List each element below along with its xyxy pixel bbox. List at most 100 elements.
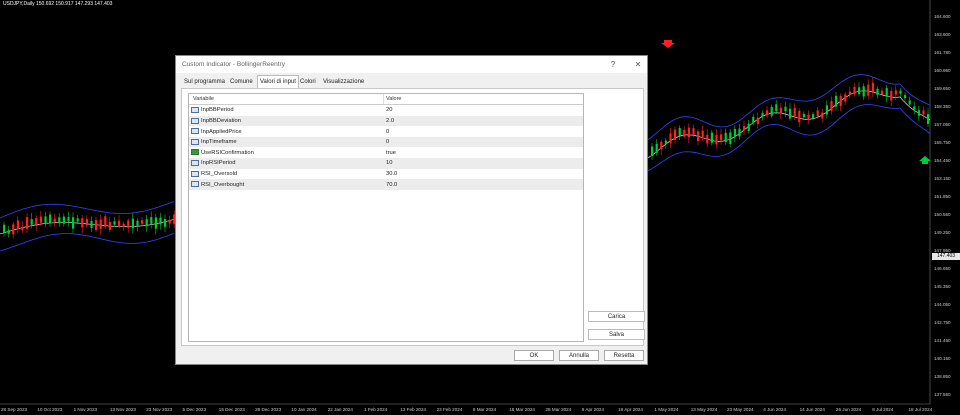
candle [752, 116, 755, 123]
candle [687, 127, 690, 138]
param-value[interactable]: 0 [386, 129, 389, 135]
price-label: 150.550 [934, 212, 951, 217]
cancel-button[interactable]: Annulla [559, 350, 599, 361]
candle [922, 110, 925, 115]
param-value[interactable]: 0 [386, 139, 389, 145]
candle [775, 104, 778, 112]
price-label: 153.150 [934, 176, 951, 181]
table-row[interactable]: InpTimeframe 0 [189, 136, 583, 148]
candle [692, 128, 695, 135]
dialog-title: Custom Indicator - BollingerReentry [182, 61, 285, 68]
candle [756, 117, 759, 124]
candle [766, 110, 769, 116]
price-label: 146.650 [934, 266, 951, 271]
param-value[interactable]: 10 [386, 160, 392, 166]
candle [113, 221, 116, 225]
candle [867, 84, 870, 96]
load-button[interactable]: Carica [588, 311, 645, 322]
ok-button[interactable]: OK [514, 350, 554, 361]
candle [770, 106, 773, 116]
price-label: 149.250 [934, 230, 951, 235]
candle [724, 132, 727, 143]
candle [697, 131, 700, 141]
date-label: 28 Dec 2023 [255, 407, 281, 412]
param-value[interactable]: 70.0 [386, 182, 397, 188]
param-value[interactable]: 30.0 [386, 171, 397, 177]
save-button[interactable]: Salva [588, 329, 645, 340]
candle [669, 133, 672, 144]
candle [168, 219, 171, 224]
date-label: 8 Jul 2024 [872, 407, 894, 412]
date-label: 13 May 2024 [691, 407, 718, 412]
candle [779, 107, 782, 114]
date-label: 1 May 2024 [654, 407, 678, 412]
candle [81, 218, 84, 228]
candle [95, 219, 98, 231]
tab-visualization[interactable]: Visualizzazione [323, 76, 364, 88]
candle [150, 217, 153, 224]
candle [683, 129, 686, 137]
price-label: 163.600 [934, 32, 951, 37]
table-row[interactable]: InpRSIPeriod 10 [189, 158, 583, 169]
candle [108, 221, 111, 230]
date-label: 10 Jan 2024 [291, 407, 317, 412]
candle [26, 217, 29, 229]
table-row[interactable]: InpAppliedPrice 0 [189, 126, 583, 137]
tab-colors[interactable]: Colori [300, 76, 316, 88]
reset-button[interactable]: Resetta [604, 350, 644, 361]
candle [30, 219, 33, 225]
price-label: 157.050 [934, 122, 951, 127]
candle [710, 132, 713, 143]
table-row[interactable]: RSI_Oversold 30.0 [189, 169, 583, 180]
middle-band [647, 90, 931, 159]
param-name: InpAppliedPrice [201, 128, 242, 135]
candle [789, 108, 792, 119]
tab-inputs[interactable]: Valori di input [257, 75, 299, 88]
integer-icon [191, 138, 199, 145]
price-label: 142.750 [934, 320, 951, 325]
candle [839, 96, 842, 107]
table-row[interactable]: RSI_Overbought 70.0 [189, 179, 583, 190]
candle [76, 218, 79, 222]
integer-icon [191, 160, 199, 166]
candle [62, 216, 65, 224]
param-name: InpRSIPeriod [201, 160, 236, 167]
candle [761, 113, 764, 117]
candle [899, 90, 902, 94]
candle [7, 230, 10, 234]
param-name: InpTimeframe [201, 139, 237, 146]
date-label: 5 Dec 2023 [183, 407, 207, 412]
candle [122, 223, 125, 227]
integer-icon [191, 128, 199, 135]
tab-about[interactable]: Sul programma [184, 76, 225, 88]
candle [49, 214, 52, 224]
table-row[interactable]: InpBBDeviation 2.0 [189, 115, 583, 127]
date-label: 13 Nov 2023 [110, 407, 136, 412]
dialog-titlebar[interactable]: Custom Indicator - BollingerReentry ? ✕ [176, 56, 647, 73]
table-row[interactable]: InpBBPeriod 20 [189, 105, 583, 116]
candle [90, 220, 93, 228]
param-value[interactable]: 20 [386, 107, 392, 113]
param-value[interactable]: 2.0 [386, 118, 394, 124]
table-row[interactable]: UseRSIConfirmation true [189, 147, 583, 158]
price-label: 160.950 [934, 68, 951, 73]
boolean-icon [191, 149, 199, 156]
tab-panel: Variabile Valore InpBBPeriod 20 InpBBDevia… [181, 88, 645, 346]
candle [876, 88, 879, 95]
tab-common[interactable]: Comune [230, 76, 253, 88]
param-value[interactable]: true [386, 150, 396, 156]
candle [733, 128, 736, 138]
candle [890, 90, 893, 101]
double-icon [191, 181, 199, 188]
date-label: 18 Jul 2024 [909, 407, 933, 412]
candle [894, 90, 897, 95]
help-button[interactable]: ? [606, 59, 620, 70]
close-button[interactable]: ✕ [631, 59, 645, 70]
candle [136, 220, 139, 227]
candle [913, 106, 916, 110]
candle [12, 224, 15, 235]
price-label: 151.850 [934, 194, 951, 199]
price-label: 140.150 [934, 356, 951, 361]
symbol-title: USDJPY,Daily 150.692 150.917 147.293 147… [3, 1, 113, 7]
sell-arrow-icon [661, 40, 675, 48]
